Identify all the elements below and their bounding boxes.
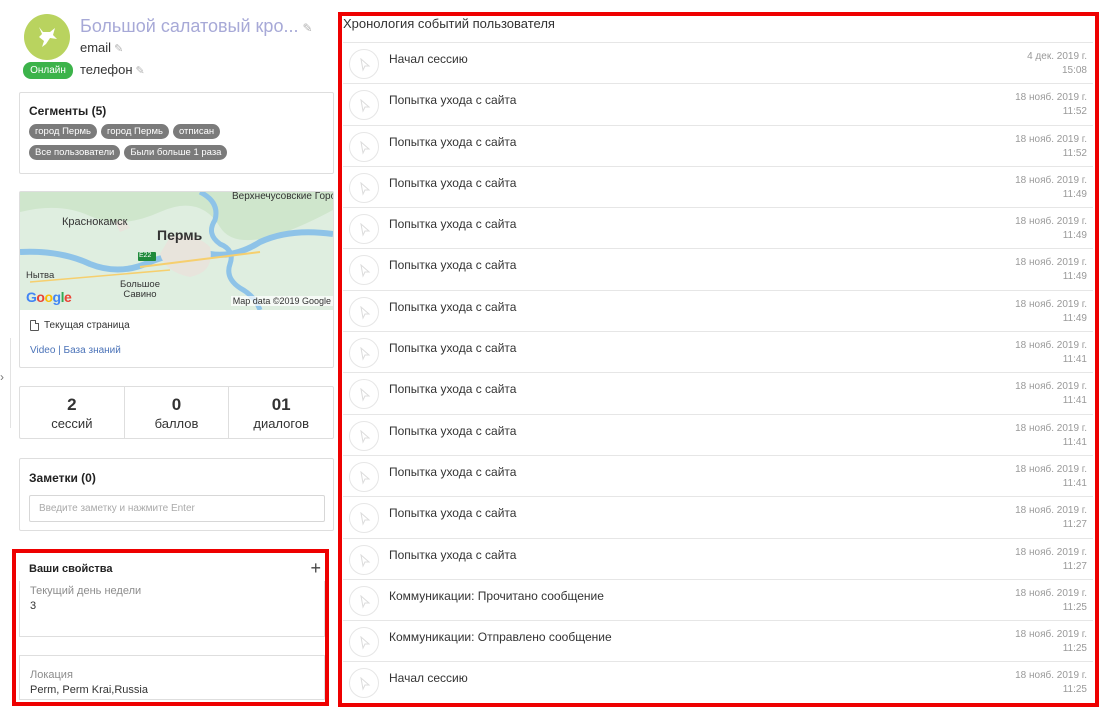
- map-label-nytva: Нытва: [26, 270, 55, 281]
- map-label-krasnokamsk: Краснокамск: [62, 216, 128, 228]
- location-card: Верхнечусовские Городки Краснокамск Перм…: [19, 191, 334, 368]
- map-label-road: E22: [139, 252, 152, 259]
- user-phone[interactable]: телефон ✎: [80, 62, 145, 77]
- map-label-savino: Большое Савино: [120, 279, 160, 300]
- edit-email-icon[interactable]: ✎: [114, 43, 123, 55]
- edit-phone-icon[interactable]: ✎: [136, 65, 145, 77]
- segment-chip[interactable]: Были больше 1 раза: [124, 145, 228, 160]
- stat-value: 2: [67, 395, 77, 414]
- stat-value: 0: [171, 395, 182, 414]
- stat-points: 0 баллов: [125, 387, 230, 438]
- user-name-text: Большой салатовый кро...: [80, 16, 299, 36]
- segment-chips: город Пермь город Пермь отписан Все поль…: [29, 124, 269, 160]
- current-page-row[interactable]: Текущая страница: [30, 320, 130, 331]
- stat-value: 01: [271, 395, 291, 414]
- collapse-arrow-icon[interactable]: ›: [0, 370, 10, 384]
- segment-chip[interactable]: Все пользователи: [29, 145, 121, 160]
- help-links[interactable]: Video | База знаний: [30, 345, 121, 356]
- segments-card: Сегменты (5) город Пермь город Пермь отп…: [19, 92, 334, 174]
- stat-dialogs: 01 диалогов: [229, 387, 333, 438]
- map-label-gorodki: Верхнечусовские Городки: [232, 192, 333, 202]
- segments-title: Сегменты (5): [29, 104, 107, 118]
- timeline-highlight-box: [338, 12, 1099, 707]
- segment-chip[interactable]: отписан: [172, 124, 221, 139]
- user-name[interactable]: Большой салатовый кро... ✎: [80, 16, 313, 37]
- google-logo: Google: [26, 289, 72, 305]
- stat-label: баллов: [154, 416, 199, 431]
- stats-card: 2 сессий 0 баллов 01 диалогов: [19, 386, 334, 439]
- user-email[interactable]: email ✎: [80, 40, 123, 55]
- avatar: [24, 14, 70, 60]
- edit-name-icon[interactable]: ✎: [302, 21, 312, 35]
- document-icon: [30, 320, 39, 331]
- notes-title: Заметки (0): [29, 471, 96, 485]
- notes-card: Заметки (0): [19, 458, 334, 531]
- note-input[interactable]: [29, 495, 325, 522]
- stat-label: сессий: [51, 416, 93, 431]
- panel-divider: [10, 338, 11, 428]
- stat-sessions: 2 сессий: [20, 387, 125, 438]
- kangaroo-icon: [39, 27, 57, 47]
- stat-label: диалогов: [253, 416, 309, 431]
- location-map[interactable]: Верхнечусовские Городки Краснокамск Перм…: [20, 192, 333, 310]
- map-copyright: Map data ©2019 Google: [230, 296, 333, 306]
- map-label-perm: Пермь: [157, 227, 203, 243]
- online-status-badge: Онлайн: [23, 62, 73, 79]
- user-email-text: email: [80, 40, 112, 55]
- properties-highlight-box: [12, 549, 329, 706]
- segment-chip[interactable]: город Пермь: [29, 124, 97, 139]
- current-page-label: Текущая страница: [44, 320, 130, 331]
- segment-chip[interactable]: город Пермь: [100, 124, 169, 139]
- user-phone-text: телефон: [80, 62, 133, 77]
